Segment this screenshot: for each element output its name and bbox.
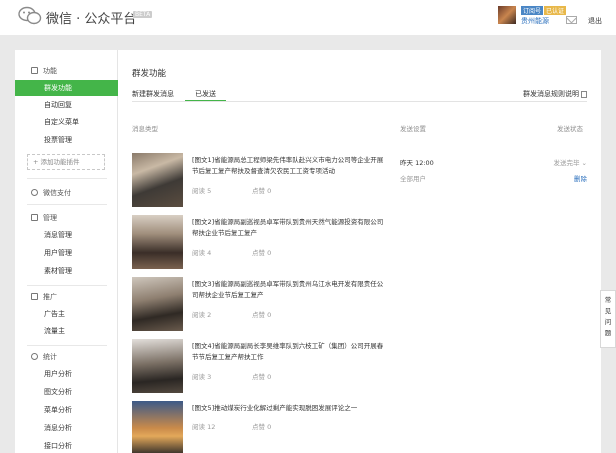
wechat-logo-icon[interactable]: [18, 6, 42, 26]
function-icon: [31, 67, 38, 74]
table-row: [图文2]省能源局副巡视员卓军带队到贵州天然气能源投资有限公司帮扶企业节后复工复…: [132, 215, 587, 277]
sidebar-item-menu-analysis[interactable]: 菜单分析: [15, 402, 118, 418]
mail-icon[interactable]: [566, 16, 577, 24]
divider: [27, 285, 107, 286]
column-header-type: 消息类型: [132, 125, 158, 133]
tabs-divider: [132, 101, 587, 102]
read-count: 阅读 2: [192, 311, 212, 319]
beta-badge: BETA: [133, 11, 153, 18]
send-status-dropdown[interactable]: 发送完毕 ⌄: [553, 157, 587, 167]
article-title[interactable]: [图文3]省能源局副巡视员卓军带队到贵州乌江水电开发有限责任公司帮扶企业节后复工…: [192, 279, 387, 301]
sidebar-item-auto-reply[interactable]: 自动回复: [15, 97, 118, 113]
article-title[interactable]: [图文2]省能源局副巡视员卓军带队到贵州天然气能源投资有限公司帮扶企业节后复工复…: [192, 217, 387, 239]
send-target: 全部用户: [400, 175, 426, 183]
sidebar-item-materials[interactable]: 素材管理: [15, 263, 118, 279]
main-content: 群发功能 新建群发消息 已发送 群发消息规则说明 消息类型 发送设置 发送状态 …: [119, 50, 601, 453]
like-count: 点赞 0: [252, 373, 272, 381]
like-count: 点赞 0: [252, 311, 272, 319]
article-thumbnail[interactable]: [132, 215, 183, 269]
sidebar-item-message-analysis[interactable]: 消息分析: [15, 420, 118, 436]
brand-title[interactable]: 微信 · 公众平台: [46, 8, 136, 27]
column-header-settings: 发送设置: [400, 125, 426, 133]
article-thumbnail[interactable]: [132, 401, 183, 453]
send-time: 昨天 12:00: [400, 159, 434, 167]
article-title[interactable]: [图文1]省能源局总工程师梁先伟率队赴兴义市电力公司等企业开展节后复工复产帮扶及…: [192, 155, 387, 177]
sidebar: 功能 群发功能 自动回复 自定义菜单 投票管理 + 添加功能插件 微信支付 管理…: [15, 50, 118, 453]
table-row: [图文1]省能源局总工程师梁先伟率队赴兴义市电力公司等企业开展节后复工复产帮扶及…: [132, 153, 587, 215]
article-thumbnail[interactable]: [132, 153, 183, 207]
account-avatar[interactable]: [498, 6, 516, 24]
add-plugin-button[interactable]: + 添加功能插件: [27, 154, 105, 170]
article-thumbnail[interactable]: [132, 339, 183, 393]
document-icon: [581, 90, 587, 98]
table-row: [图文5]推动煤炭行业化解过剩产能实现脱困发展评论之一 阅读 12 点赞 0: [132, 401, 587, 453]
divider: [27, 345, 107, 346]
read-count: 阅读 4: [192, 249, 212, 257]
like-count: 点赞 0: [252, 249, 272, 257]
promote-icon: [31, 293, 38, 300]
sidebar-item-mass-send[interactable]: 群发功能: [15, 80, 118, 96]
column-header-status: 发送状态: [557, 125, 583, 133]
page-title: 群发功能: [132, 69, 167, 79]
tab-sent[interactable]: 已发送: [185, 89, 226, 99]
like-count: 点赞 0: [252, 187, 272, 195]
divider: [27, 204, 107, 205]
sidebar-item-advertiser[interactable]: 广告主: [15, 306, 118, 322]
like-count: 点赞 0: [252, 423, 272, 431]
verified-badge: 已认证: [544, 6, 567, 15]
pay-icon: [31, 189, 38, 196]
read-count: 阅读 5: [192, 187, 212, 195]
article-title[interactable]: [图文4]省能源局副局长李吴维率队到六枝工矿（集团）公司开展春节节后复工复产帮扶…: [192, 341, 387, 363]
table-row: [图文3]省能源局副巡视员卓军带队到贵州乌江水电开发有限责任公司帮扶企业节后复工…: [132, 277, 587, 339]
sidebar-item-publisher[interactable]: 流量主: [15, 323, 118, 339]
account-name[interactable]: 贵州能源: [521, 16, 549, 26]
top-header: 微信 · 公众平台 BETA 订阅号 已认证 贵州能源 退出: [0, 0, 616, 35]
sidebar-item-custom-menu[interactable]: 自定义菜单: [15, 114, 118, 130]
delete-link[interactable]: 删除: [574, 173, 587, 183]
sidebar-item-users[interactable]: 用户管理: [15, 245, 118, 261]
logout-link[interactable]: 退出: [588, 16, 602, 26]
table-row: [图文4]省能源局副局长李吴维率队到六枝工矿（集团）公司开展春节节后复工复产帮扶…: [132, 339, 587, 401]
sidebar-item-vote[interactable]: 投票管理: [15, 132, 118, 148]
tab-new-mass-message[interactable]: 新建群发消息: [132, 89, 174, 99]
article-title[interactable]: [图文5]推动煤炭行业化解过剩产能实现脱困发展评论之一: [192, 403, 387, 414]
rules-link[interactable]: 群发消息规则说明: [523, 89, 587, 99]
content-panel: 功能 群发功能 自动回复 自定义菜单 投票管理 + 添加功能插件 微信支付 管理…: [15, 50, 601, 453]
divider: [27, 178, 107, 179]
read-count: 阅读 12: [192, 423, 216, 431]
sidebar-item-messages[interactable]: 消息管理: [15, 227, 118, 243]
read-count: 阅读 3: [192, 373, 212, 381]
account-type-badge: 订阅号: [521, 6, 544, 15]
faq-floating-button[interactable]: 常 见 问 题: [600, 290, 616, 348]
manage-icon: [31, 214, 38, 221]
sidebar-item-api-analysis[interactable]: 接口分析: [15, 438, 118, 453]
article-thumbnail[interactable]: [132, 277, 183, 331]
sidebar-item-article-analysis[interactable]: 图文分析: [15, 384, 118, 400]
sidebar-item-user-analysis[interactable]: 用户分析: [15, 366, 118, 382]
stats-icon: [31, 353, 38, 360]
